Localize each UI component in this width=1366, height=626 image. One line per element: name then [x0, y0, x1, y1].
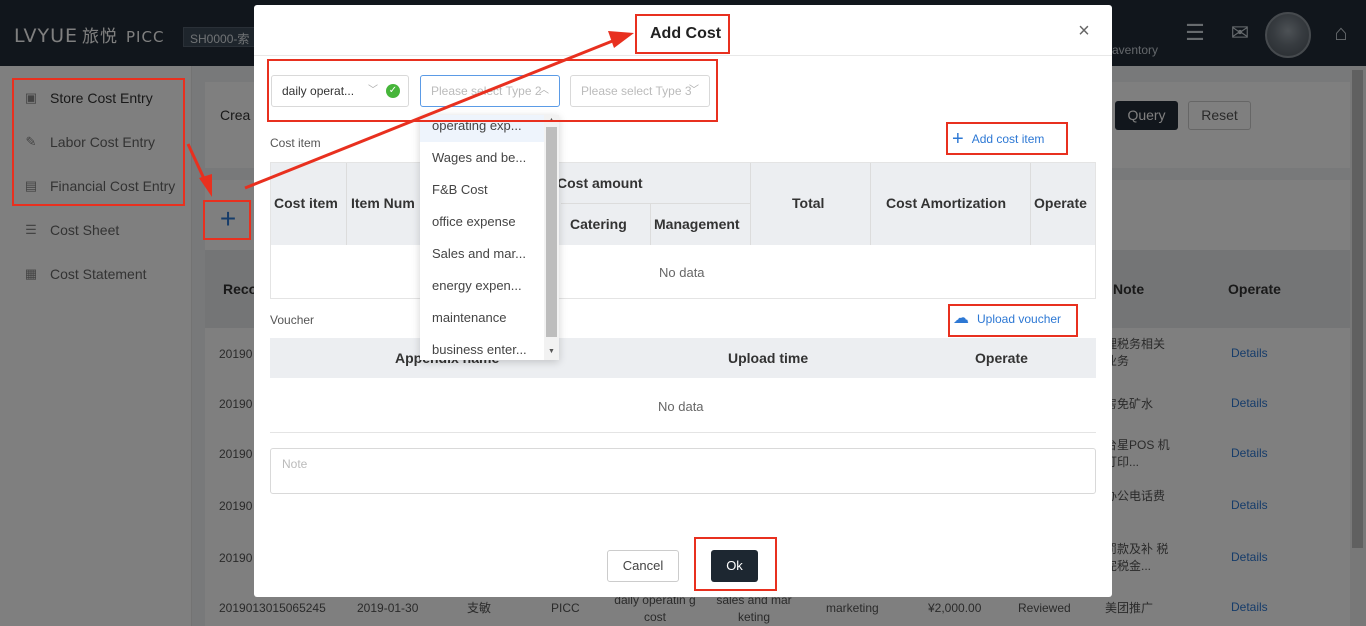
- operate-column-header: Operate: [975, 350, 1028, 366]
- dropdown-scrollbar-thumb[interactable]: [546, 127, 557, 337]
- total-column-header: Total: [792, 195, 825, 211]
- dropdown-option[interactable]: office expense: [420, 206, 544, 238]
- add-cost-item-highlight-box: [946, 122, 1068, 155]
- voucher-table-header: Appendix name Upload time Operate: [270, 338, 1096, 378]
- dropdown-option[interactable]: Wages and be...: [420, 142, 544, 174]
- column-divider: [1030, 163, 1031, 245]
- cost-item-label: Cost item: [270, 136, 321, 150]
- cost-item-column-header: Cost item: [274, 195, 338, 211]
- voucher-label: Voucher: [270, 313, 315, 327]
- cost-table-empty: No data: [659, 265, 705, 280]
- catering-column-header: Catering: [570, 216, 627, 232]
- dropdown-option[interactable]: maintenance: [420, 302, 544, 334]
- dropdown-option[interactable]: F&B Cost: [420, 174, 544, 206]
- item-number-column-header: Item Num: [351, 195, 415, 211]
- upload-voucher-highlight-box: [948, 304, 1078, 337]
- column-divider: [870, 163, 871, 245]
- add-button-highlight-box: [203, 200, 251, 240]
- cost-item-table: Cost item Item Num Cost amount Catering …: [270, 162, 1096, 299]
- note-textarea[interactable]: Note: [270, 448, 1096, 494]
- scroll-down-icon[interactable]: ▼: [546, 347, 557, 357]
- voucher-table-border: [270, 432, 1096, 433]
- type-2-dropdown: operating exp... Wages and be... F&B Cos…: [420, 115, 559, 360]
- dropdown-option[interactable]: Sales and mar...: [420, 238, 544, 270]
- operate-column-header: Operate: [1034, 195, 1087, 211]
- dropdown-option[interactable]: business enter...: [420, 334, 544, 360]
- management-column-header: Management: [654, 216, 740, 232]
- header-sub-divider: [561, 203, 751, 204]
- modal-header-divider: [254, 55, 1112, 56]
- column-divider: [750, 163, 751, 245]
- cost-amount-column-header: Cost amount: [557, 175, 643, 191]
- upload-time-column-header: Upload time: [728, 350, 809, 366]
- column-divider: [650, 203, 651, 245]
- title-highlight-box: [635, 14, 730, 54]
- voucher-table-empty: No data: [658, 399, 704, 414]
- cancel-button[interactable]: Cancel: [607, 550, 679, 582]
- sidebar-highlight-box: [12, 78, 185, 206]
- dropdown-option[interactable]: energy expen...: [420, 270, 544, 302]
- column-divider: [346, 163, 347, 245]
- type-selects-highlight-box: [267, 59, 718, 122]
- cost-amortization-column-header: Cost Amortization: [886, 195, 1007, 211]
- close-icon[interactable]: ×: [1075, 21, 1093, 41]
- ok-button-highlight-box: [694, 537, 777, 591]
- note-placeholder: Note: [282, 457, 308, 471]
